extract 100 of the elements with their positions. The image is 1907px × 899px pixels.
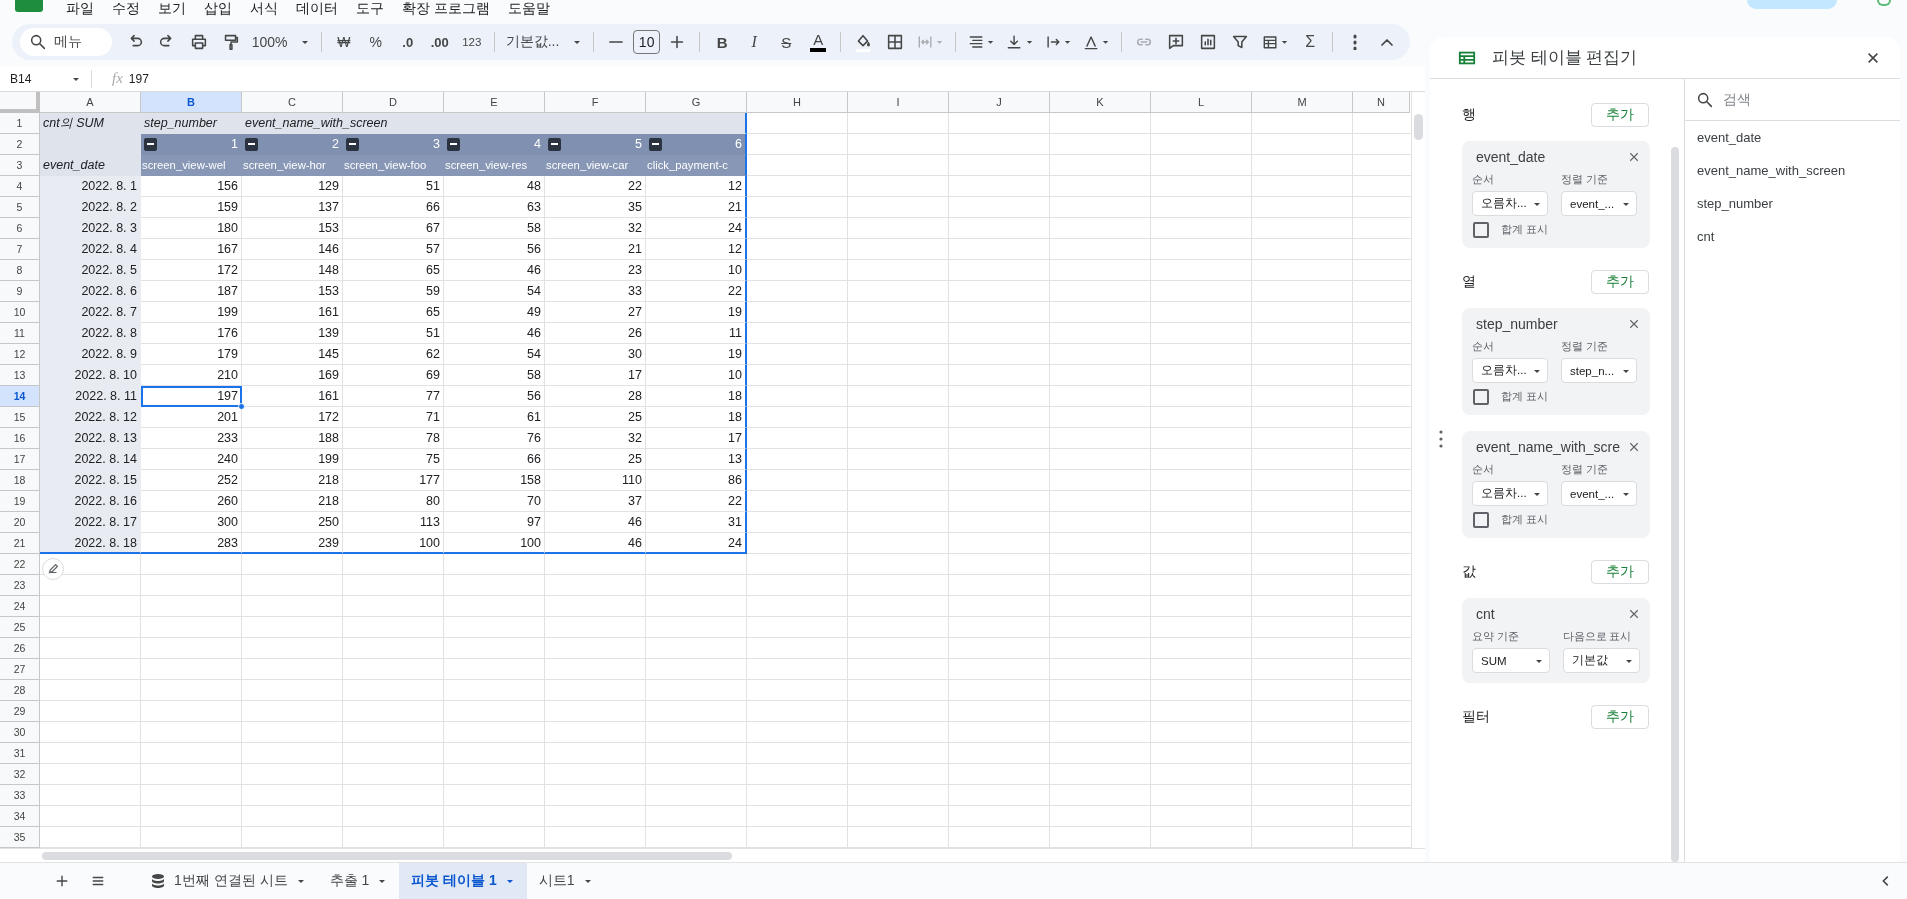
dropdown[interactable]: 오름차... <box>1472 358 1548 383</box>
row-header[interactable]: 8 <box>0 260 40 281</box>
row-header[interactable]: 30 <box>0 722 40 743</box>
increase-decimals-button[interactable]: .00 <box>424 28 455 57</box>
collapse-button[interactable] <box>346 137 359 151</box>
font-dropdown[interactable]: 기본값... <box>501 28 586 57</box>
remove-button[interactable] <box>1628 151 1640 163</box>
drag-handle-icon[interactable] <box>1438 429 1444 449</box>
collapse-button[interactable] <box>548 137 561 151</box>
row-header[interactable]: 21 <box>0 533 40 554</box>
field-item[interactable]: event_date <box>1685 121 1900 154</box>
column-header[interactable]: B <box>141 92 242 113</box>
menu-item[interactable]: 확장 프로그램 <box>393 0 499 18</box>
close-button[interactable] <box>1866 50 1880 65</box>
row-header[interactable]: 16 <box>0 428 40 449</box>
column-header[interactable]: F <box>545 92 646 113</box>
row-header[interactable]: 7 <box>0 239 40 260</box>
search-field[interactable]: 메뉴 <box>20 28 112 57</box>
row-header[interactable]: 4 <box>0 176 40 197</box>
row-header[interactable]: 32 <box>0 764 40 785</box>
row-header[interactable]: 25 <box>0 617 40 638</box>
add-button[interactable]: 추가 <box>1591 705 1649 729</box>
functions-button[interactable]: Σ <box>1295 28 1326 57</box>
dropdown[interactable]: event_... <box>1561 191 1637 216</box>
search-field[interactable]: 검색 <box>1685 79 1900 121</box>
row-header[interactable]: 2 <box>0 134 40 155</box>
row-header[interactable]: 13 <box>0 365 40 386</box>
number-format-button[interactable]: 123 <box>456 28 487 57</box>
row-header[interactable]: 12 <box>0 344 40 365</box>
collapse-button[interactable] <box>245 137 258 151</box>
dropdown[interactable]: event_... <box>1561 481 1637 506</box>
collapse-button[interactable] <box>447 137 460 151</box>
zoom-dropdown[interactable]: 100% <box>247 28 314 57</box>
row-header[interactable]: 28 <box>0 680 40 701</box>
row-header[interactable]: 20 <box>0 512 40 533</box>
row-header[interactable]: 14 <box>0 386 40 407</box>
row-header[interactable]: 18 <box>0 470 40 491</box>
remove-button[interactable] <box>1628 441 1640 453</box>
row-header[interactable]: 11 <box>0 323 40 344</box>
column-header[interactable]: A <box>40 92 141 113</box>
name-box[interactable]: B14 <box>0 69 92 88</box>
menu-item[interactable]: 보기 <box>149 0 195 18</box>
menu-item[interactable]: 도구 <box>347 0 393 18</box>
row-header[interactable]: 31 <box>0 743 40 764</box>
column-header[interactable]: L <box>1151 92 1252 113</box>
edit-button[interactable] <box>42 558 64 580</box>
dropdown[interactable]: 오름차... <box>1472 481 1548 506</box>
menu-item[interactable]: 도움말 <box>498 0 559 18</box>
strikethrough-button[interactable]: S <box>771 28 802 57</box>
row-header[interactable]: 10 <box>0 302 40 323</box>
sheet-tab[interactable]: 시트1 <box>526 863 605 899</box>
row-header[interactable]: 27 <box>0 659 40 680</box>
field-item[interactable]: step_number <box>1685 187 1900 220</box>
row-header[interactable]: 19 <box>0 491 40 512</box>
formula-field[interactable]: 197 <box>128 71 149 86</box>
column-header[interactable]: C <box>242 92 343 113</box>
sheet-tab[interactable]: 피봇 테이블 1 <box>399 863 527 899</box>
checkbox[interactable] <box>1473 512 1489 528</box>
add-button[interactable]: 추가 <box>1591 103 1649 127</box>
row-header[interactable]: 22 <box>0 554 40 575</box>
bold-button[interactable]: B <box>707 28 738 57</box>
scrollbar-thumb[interactable] <box>1414 114 1423 140</box>
menu-item[interactable]: 삽입 <box>195 0 241 18</box>
row-header[interactable]: 1 <box>0 113 40 134</box>
collapse-button[interactable] <box>649 137 662 151</box>
checkbox[interactable] <box>1473 222 1489 238</box>
percent-button[interactable]: % <box>360 28 391 57</box>
field-item[interactable]: cnt <box>1685 220 1900 253</box>
menu-item[interactable]: 서식 <box>241 0 287 18</box>
column-header[interactable]: G <box>646 92 747 113</box>
row-header[interactable]: 34 <box>0 806 40 827</box>
collapse-button[interactable] <box>144 137 157 151</box>
column-header[interactable]: M <box>1252 92 1353 113</box>
column-header[interactable]: D <box>343 92 444 113</box>
row-header[interactable]: 15 <box>0 407 40 428</box>
sheet-tab[interactable]: 추출 1 <box>317 863 400 899</box>
row-header[interactable]: 3 <box>0 155 40 176</box>
font-size-field[interactable]: 10 <box>632 30 661 55</box>
row-header[interactable]: 5 <box>0 197 40 218</box>
menu-item[interactable]: 파일 <box>57 0 103 18</box>
column-header[interactable]: H <box>747 92 848 113</box>
add-button[interactable]: 추가 <box>1591 270 1649 294</box>
row-header[interactable]: 35 <box>0 827 40 848</box>
row-header[interactable]: 24 <box>0 596 40 617</box>
row-header[interactable]: 17 <box>0 449 40 470</box>
column-header[interactable]: J <box>949 92 1050 113</box>
currency-button[interactable]: ₩ <box>328 28 359 57</box>
menu-item[interactable]: 데이터 <box>287 0 347 18</box>
text-color-button[interactable]: A <box>803 28 834 57</box>
remove-button[interactable] <box>1628 608 1640 620</box>
dropdown[interactable]: 오름차... <box>1472 191 1548 216</box>
column-header[interactable]: I <box>848 92 949 113</box>
italic-button[interactable]: I <box>739 28 770 57</box>
dropdown[interactable]: step_n... <box>1561 358 1637 383</box>
field-item[interactable]: event_name_with_screen <box>1685 154 1900 187</box>
scrollbar-thumb[interactable] <box>1671 147 1679 862</box>
row-header[interactable]: 26 <box>0 638 40 659</box>
checkbox[interactable] <box>1473 389 1489 405</box>
dropdown[interactable]: SUM <box>1472 648 1550 673</box>
row-header[interactable]: 9 <box>0 281 40 302</box>
